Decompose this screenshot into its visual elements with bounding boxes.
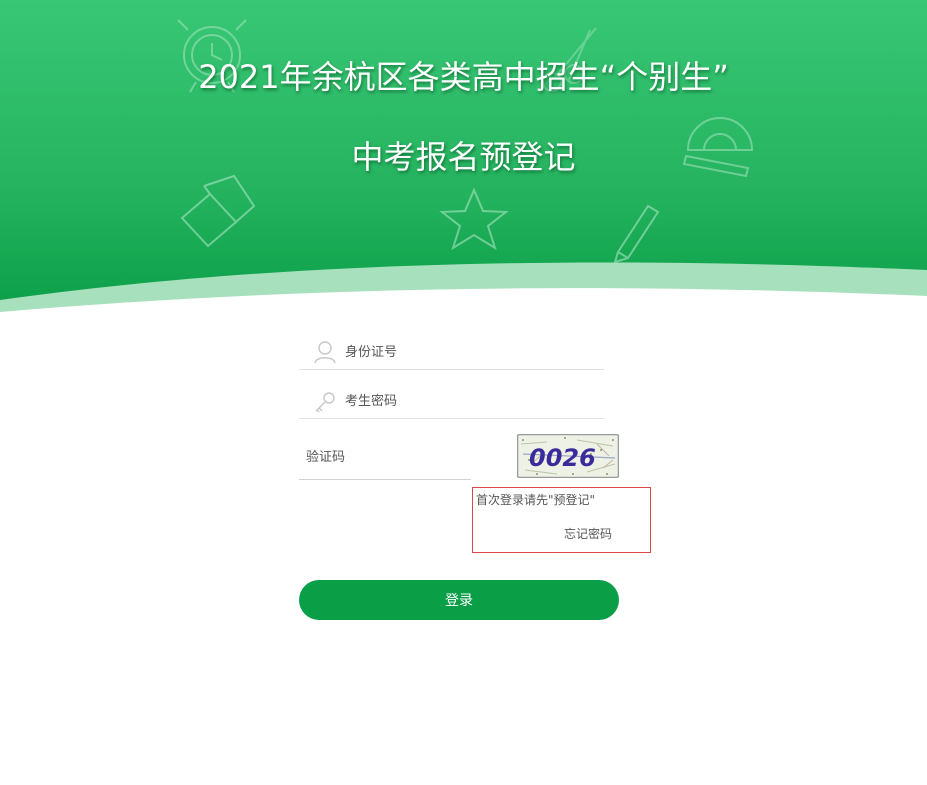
- header-banner: 2021年余杭区各类高中招生“个别生” 中考报名预登记: [0, 0, 927, 315]
- captcha-row: [299, 436, 471, 480]
- page-title-line2: 中考报名预登记: [351, 138, 576, 176]
- key-icon: [315, 392, 335, 413]
- page-title-line1: 2021年余杭区各类高中招生“个别生”: [198, 58, 729, 96]
- user-icon: [314, 341, 336, 364]
- id-number-row: [299, 337, 604, 370]
- password-input[interactable]: [345, 390, 595, 412]
- captcha-input[interactable]: [306, 446, 466, 468]
- password-row: [299, 386, 604, 419]
- login-button[interactable]: 登录: [299, 580, 619, 620]
- first-login-register-link[interactable]: 首次登录请先"预登记": [476, 491, 595, 508]
- id-number-input[interactable]: [345, 341, 595, 363]
- captcha-text: 0026: [529, 444, 596, 472]
- captcha-image[interactable]: 0026: [517, 434, 619, 478]
- login-page: 2021年余杭区各类高中招生“个别生” 中考报名预登记 002: [0, 0, 927, 785]
- login-links-box: 首次登录请先"预登记" 忘记密码: [472, 487, 651, 553]
- forgot-password-link[interactable]: 忘记密码: [564, 525, 612, 542]
